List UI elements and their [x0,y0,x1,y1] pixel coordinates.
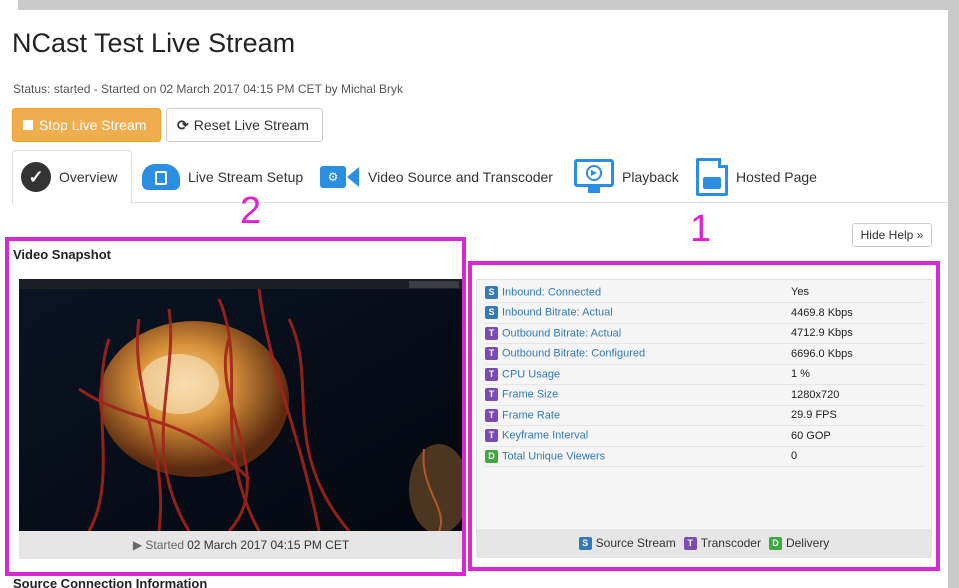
tab-video-source-transcoder-label: Video Source and Transcoder [368,168,553,185]
tab-hosted-page[interactable]: Hosted Page [696,150,846,203]
tab-overview-label: Overview [59,169,118,185]
tab-overview[interactable]: ✓ Overview [12,150,132,204]
document-video-icon [696,157,728,196]
hide-help-button[interactable]: Hide Help » [852,223,932,247]
monitor-play-icon: ▶ [574,158,614,195]
reset-live-stream-label: Reset Live Stream [193,117,309,133]
stream-status: Status: started - Started on 02 March 20… [13,82,403,96]
stop-live-stream-label: Stop Live Stream [39,117,147,133]
stop-live-stream-button[interactable]: Stop Live Stream [12,108,161,142]
source-connection-heading: Source Connection Information [13,576,208,588]
check-circle-icon: ✓ [21,162,51,192]
tab-playback[interactable]: ▶ Playback [574,150,694,203]
reset-live-stream-button[interactable]: ⟳ Reset Live Stream [166,108,323,142]
tab-live-stream-setup[interactable]: Live Stream Setup [142,150,312,203]
annotation-number-1: 1 [690,208,712,250]
tab-bar: ✓ Overview Live Stream Setup ⚙ Video Sou… [12,150,948,204]
annotation-highlight-box-2 [5,237,466,576]
window-right-border [948,10,959,588]
tab-hosted-page-label: Hosted Page [736,168,817,185]
stop-icon [23,120,33,130]
cloud-document-icon [142,163,180,190]
refresh-icon: ⟳ [177,116,189,133]
camera-gear-icon: ⚙ [320,163,360,191]
window-top-border [18,0,959,10]
tab-playback-label: Playback [622,168,679,185]
annotation-highlight-box-1 [468,261,940,571]
tab-live-stream-setup-label: Live Stream Setup [188,168,304,185]
tab-video-source-transcoder[interactable]: ⚙ Video Source and Transcoder [320,150,570,203]
annotation-number-2: 2 [240,190,262,232]
page-title: NCast Test Live Stream [12,28,296,58]
